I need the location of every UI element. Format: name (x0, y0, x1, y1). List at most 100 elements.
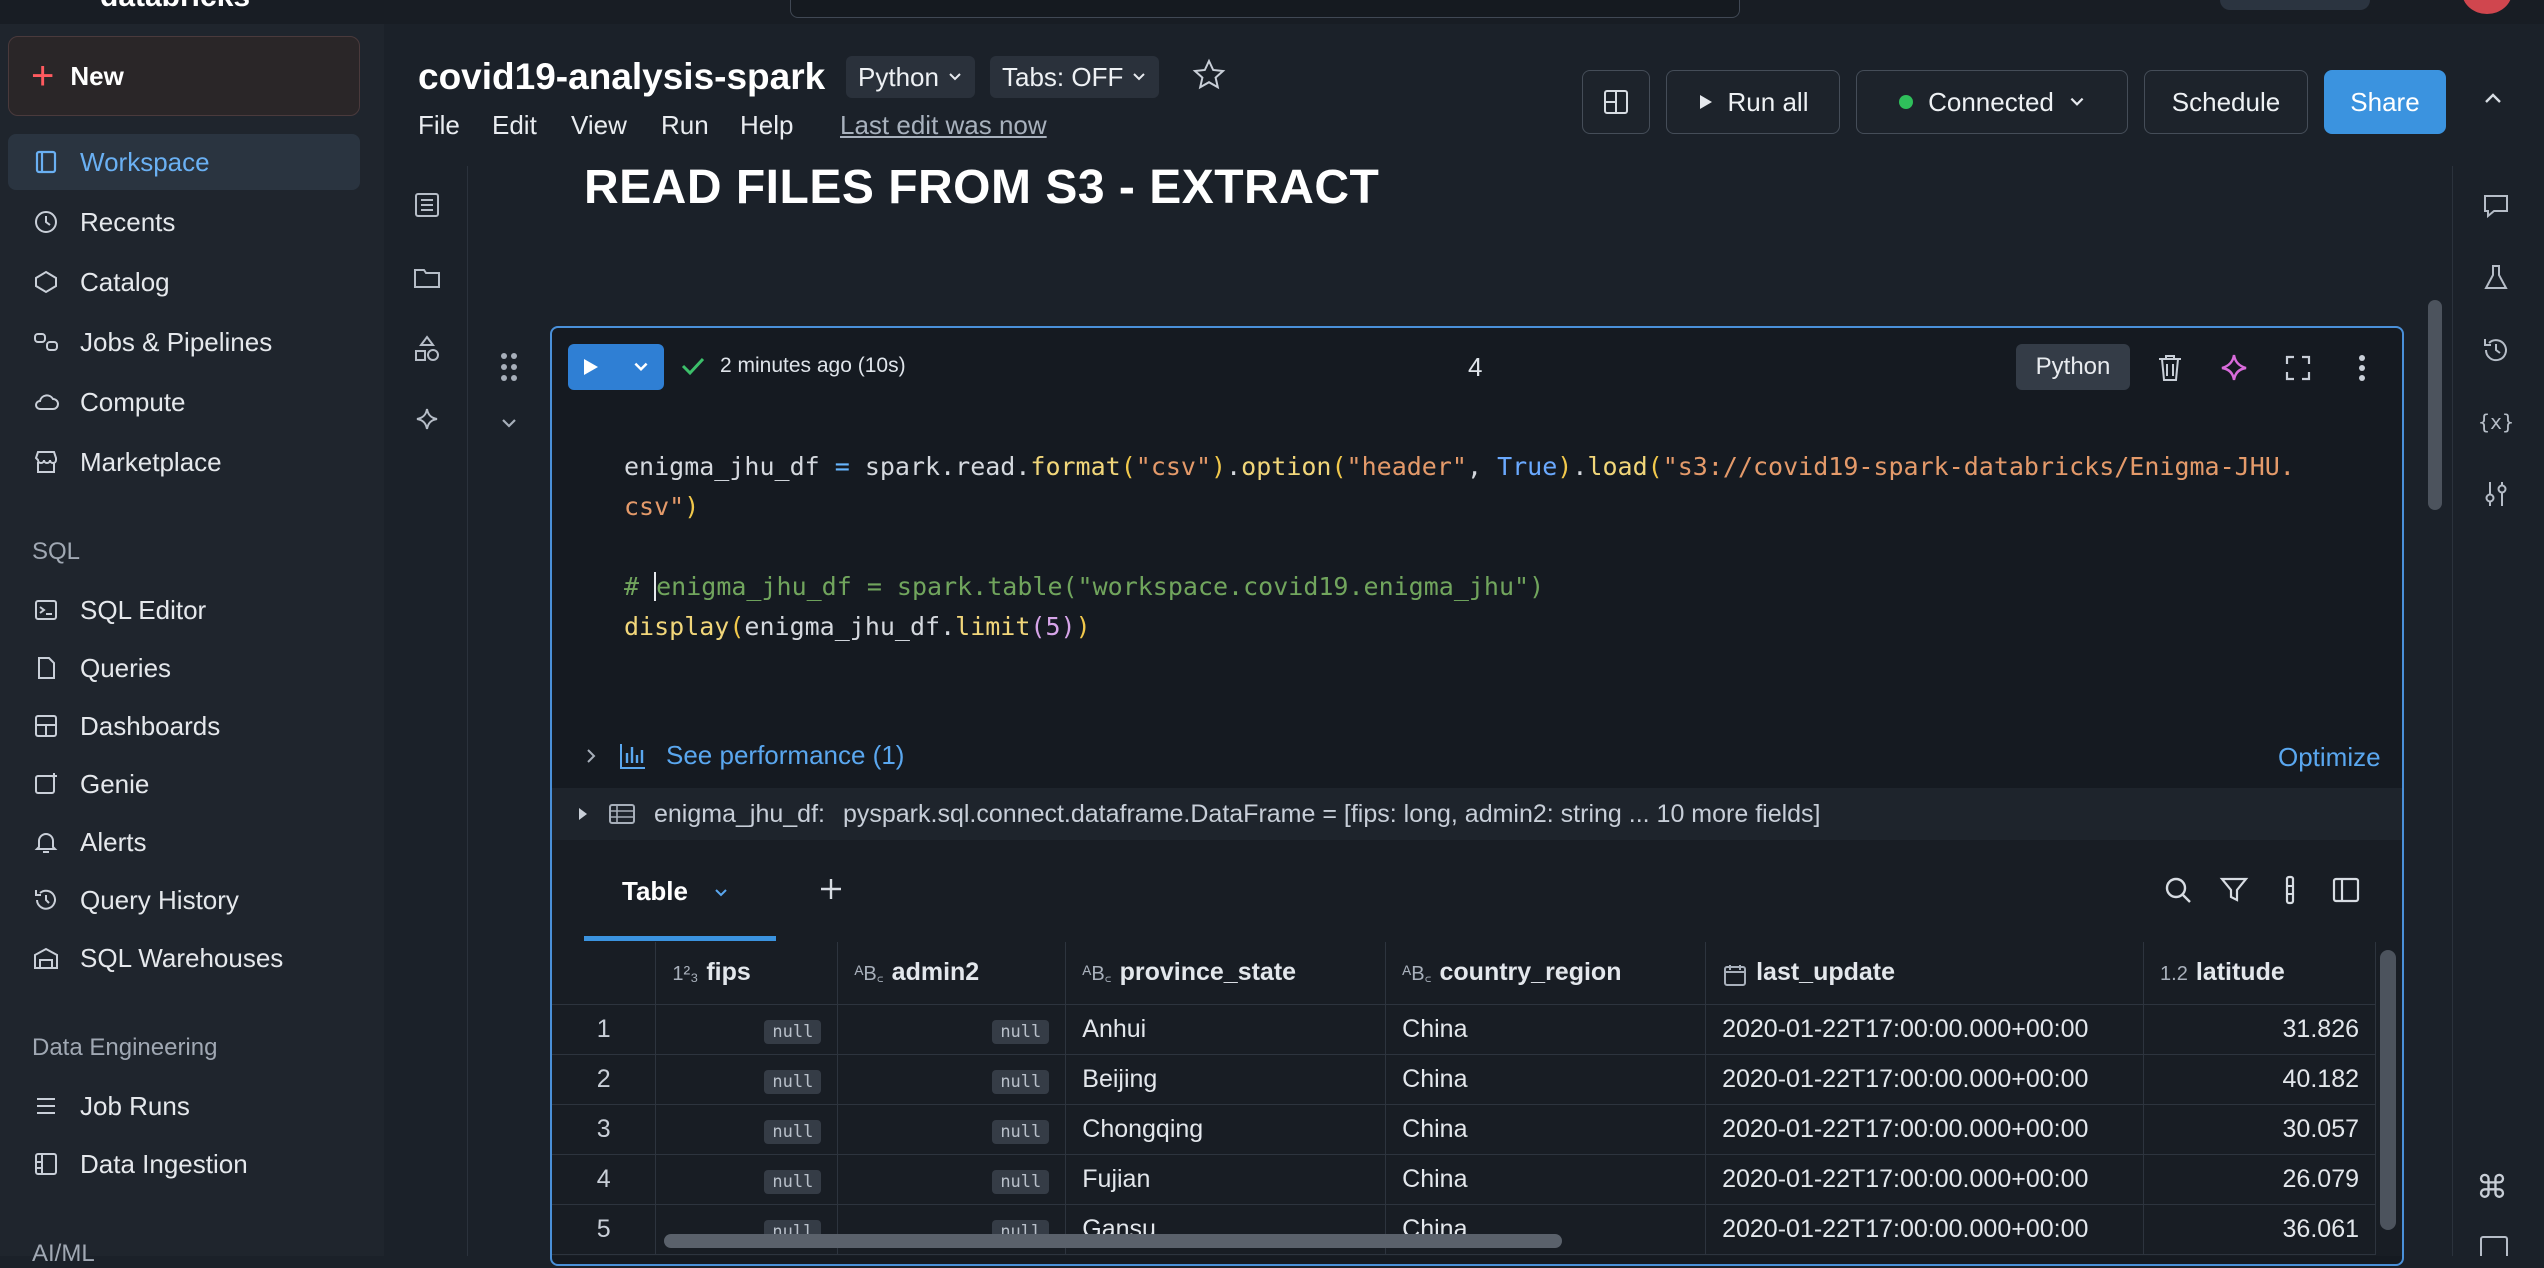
column-header-latitude[interactable]: 1.2 latitude (2143, 942, 2376, 1005)
cell-last-update[interactable]: 2020-01-22T17:00:00.000+00:00 (1705, 1204, 2145, 1255)
sidebar-item-jobs[interactable]: Jobs & Pipelines (8, 314, 360, 370)
cell-country-region[interactable]: China (1385, 1104, 1707, 1155)
row-number[interactable]: 5 (552, 1204, 657, 1255)
table-of-contents-icon[interactable] (410, 188, 444, 222)
run-all-button[interactable]: Run all (1666, 70, 1840, 134)
table-row[interactable]: 3 null null Chongqing China 2020-01-22T17:00:… (552, 1104, 2376, 1155)
settings-sliders-icon[interactable] (2478, 476, 2514, 512)
assistant-sparkle-icon[interactable] (410, 404, 444, 438)
sidebar-item-genie[interactable]: Genie (8, 756, 360, 812)
menu-file[interactable]: File (418, 110, 460, 141)
cell-latitude[interactable]: 30.057 (2143, 1104, 2376, 1155)
table-row[interactable]: 2 null null Beijing China 2020-01-22T17:00:00… (552, 1054, 2376, 1105)
share-button[interactable]: Share (2324, 70, 2446, 134)
column-settings-icon[interactable] (2272, 872, 2308, 908)
row-number[interactable]: 1 (552, 1004, 657, 1055)
top-right-button[interactable] (2220, 0, 2370, 10)
sidebar-item-workspace[interactable]: Workspace (8, 134, 360, 190)
search-icon[interactable] (2160, 872, 2196, 908)
cell-fips[interactable]: null (655, 1104, 839, 1155)
menu-view[interactable]: View (571, 110, 627, 141)
side-panel-icon[interactable] (2328, 872, 2364, 908)
menu-run[interactable]: Run (661, 110, 709, 141)
cell-latitude[interactable]: 36.061 (2143, 1204, 2376, 1255)
column-header-last-update[interactable]: last_update (1705, 942, 2145, 1005)
sidebar-item-sql-editor[interactable]: SQL Editor (8, 582, 360, 638)
row-number[interactable]: 3 (552, 1104, 657, 1155)
cell-last-update[interactable]: 2020-01-22T17:00:00.000+00:00 (1705, 1154, 2145, 1205)
schedule-button[interactable]: Schedule (2144, 70, 2308, 134)
cell-last-update[interactable]: 2020-01-22T17:00:00.000+00:00 (1705, 1004, 2145, 1055)
menu-help[interactable]: Help (740, 110, 793, 141)
cell-fips[interactable]: null (655, 1154, 839, 1205)
cell-admin2[interactable]: null (837, 1054, 1067, 1105)
table-row[interactable]: 1 null null Anhui China 2020-01-22T17:00:00.0… (552, 1004, 2376, 1055)
cell-last-update[interactable]: 2020-01-22T17:00:00.000+00:00 (1705, 1104, 2145, 1155)
version-history-icon[interactable] (2478, 332, 2514, 368)
experiments-flask-icon[interactable] (2478, 260, 2514, 296)
drag-handle-icon[interactable] (498, 350, 520, 384)
table-row[interactable]: 4 null null Fujian China 2020-01-22T17:00:00.… (552, 1154, 2376, 1205)
folder-icon[interactable] (410, 260, 444, 294)
cell-country-region[interactable]: China (1385, 1054, 1707, 1105)
code-line-1-wrap[interactable]: csv") (624, 492, 699, 521)
ai-assistant-sparkle-icon[interactable] (2216, 350, 2252, 386)
connection-selector[interactable]: Connected (1856, 70, 2128, 134)
sidebar-item-dashboards[interactable]: Dashboards (8, 698, 360, 754)
dataframe-schema-row[interactable]: enigma_jhu_df: pyspark.sql.connect.dataf… (552, 788, 2402, 840)
cell-province-state[interactable]: Anhui (1065, 1004, 1387, 1055)
add-visualization-plus-icon[interactable] (816, 874, 846, 904)
row-number[interactable]: 2 (552, 1054, 657, 1105)
cell-last-update[interactable]: 2020-01-22T17:00:00.000+00:00 (1705, 1054, 2145, 1105)
cell-country-region[interactable]: China (1385, 1004, 1707, 1055)
collapse-header-chevron-up-icon[interactable] (2480, 86, 2506, 112)
keyboard-shortcuts-icon[interactable]: ⌘ (2476, 1168, 2508, 1206)
cell-country-region[interactable]: China (1385, 1154, 1707, 1205)
see-performance-link[interactable]: See performance (1) (582, 740, 904, 771)
sidebar-item-data-ingestion[interactable]: Data Ingestion (8, 1136, 360, 1192)
column-header-fips[interactable]: 1²₃ fips (655, 942, 839, 1005)
menu-edit[interactable]: Edit (492, 110, 537, 141)
cell-admin2[interactable]: null (837, 1004, 1067, 1055)
sidebar-item-recents[interactable]: Recents (8, 194, 360, 250)
column-header-province-state[interactable]: ᴬB꜀ province_state (1065, 942, 1387, 1005)
run-cell-button[interactable] (568, 344, 664, 390)
cell-admin2[interactable]: null (837, 1154, 1067, 1205)
sidebar-item-alerts[interactable]: Alerts (8, 814, 360, 870)
cell-admin2[interactable]: null (837, 1104, 1067, 1155)
new-button[interactable]: + New (8, 36, 360, 116)
vertical-scrollbar[interactable] (2428, 300, 2442, 510)
favorite-star-icon[interactable] (1192, 58, 1226, 92)
sidebar-item-compute[interactable]: Compute (8, 374, 360, 430)
cell-province-state[interactable]: Fujian (1065, 1154, 1387, 1205)
sidebar-item-catalog[interactable]: Catalog (8, 254, 360, 310)
sidebar-item-marketplace[interactable]: Marketplace (8, 434, 360, 490)
row-number[interactable]: 4 (552, 1154, 657, 1205)
sidebar-item-sql-warehouses[interactable]: SQL Warehouses (8, 930, 360, 986)
more-options-kebab-icon[interactable] (2344, 350, 2380, 386)
sidebar-item-queries[interactable]: Queries (8, 640, 360, 696)
notebook-title[interactable]: covid19-analysis-spark (418, 56, 825, 98)
expand-fullscreen-icon[interactable] (2280, 350, 2316, 386)
cell-language-badge[interactable]: Python (2016, 344, 2130, 390)
catalog-shapes-icon[interactable] (410, 332, 444, 366)
sidebar-item-query-history[interactable]: Query History (8, 872, 360, 928)
sidebar-item-job-runs[interactable]: Job Runs (8, 1078, 360, 1134)
code-line-4[interactable]: display(enigma_jhu_df.limit(5)) (624, 612, 1091, 641)
last-edit-link[interactable]: Last edit was now (840, 110, 1047, 141)
delete-trash-icon[interactable] (2152, 350, 2188, 386)
tabs-toggle[interactable]: Tabs: OFF (990, 56, 1160, 98)
variables-icon[interactable]: {x} (2478, 404, 2514, 440)
table-vertical-scrollbar[interactable] (2380, 950, 2396, 1230)
cell-latitude[interactable]: 31.826 (2143, 1004, 2376, 1055)
collapse-cell-chevron-icon[interactable] (498, 412, 520, 434)
brand-logo[interactable]: databricks (100, 0, 250, 14)
column-header-country-region[interactable]: ᴬB꜀ country_region (1385, 942, 1707, 1005)
cell-latitude[interactable]: 26.079 (2143, 1154, 2376, 1205)
tab-table[interactable]: Table (622, 876, 729, 907)
code-line-3[interactable]: # enigma_jhu_df = spark.table("workspace… (624, 572, 1544, 601)
column-header-admin2[interactable]: ᴬB꜀ admin2 (837, 942, 1067, 1005)
cell-province-state[interactable]: Chongqing (1065, 1104, 1387, 1155)
code-line-1[interactable]: enigma_jhu_df = spark.read.format("csv")… (624, 452, 2295, 481)
layout-toggle-button[interactable] (1582, 70, 1650, 134)
